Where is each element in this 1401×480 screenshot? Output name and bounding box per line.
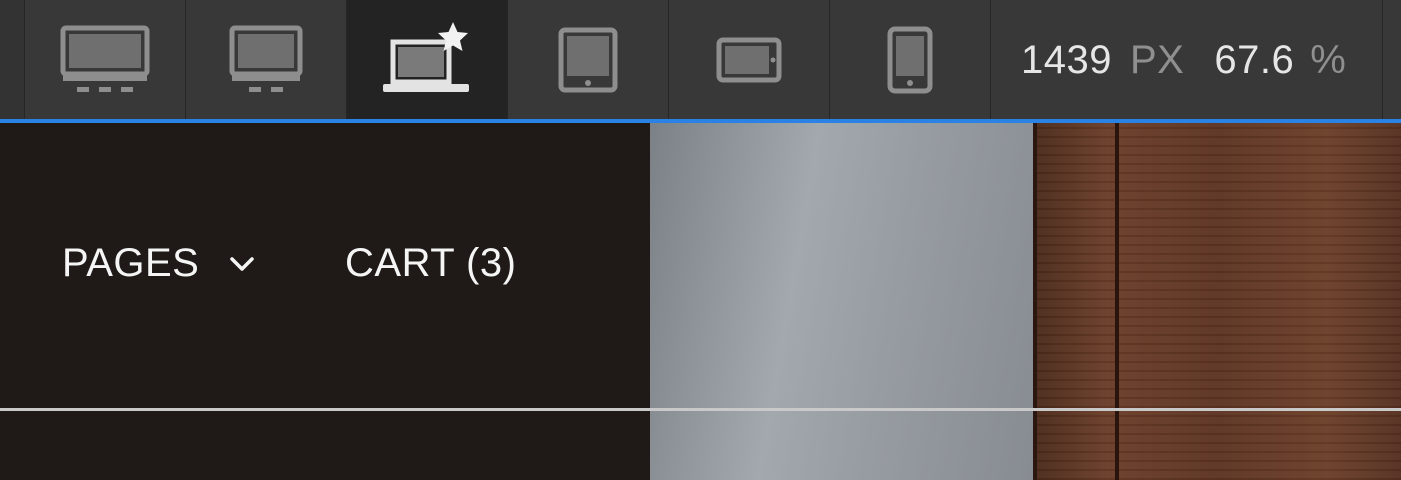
wood-panel-seam [1033, 123, 1037, 480]
laptop-star-icon [383, 22, 469, 92]
monitor-icon [229, 25, 303, 92]
chevron-down-icon [230, 256, 255, 271]
device-tablet-landscape-button[interactable] [669, 0, 830, 120]
phone-icon [887, 26, 933, 94]
tablet-portrait-icon [558, 27, 618, 93]
site-preview: PAGES CART (3) [0, 123, 1401, 480]
nav-cart-label: CART (3) [345, 241, 517, 285]
viewport-width-unit: PX [1129, 37, 1185, 82]
hero-image-wood-section [1033, 123, 1401, 480]
hero-image-grey-section [650, 123, 1033, 480]
device-toolbar: 1439 PX 67.6 % [0, 0, 1401, 120]
site-nav-panel [0, 123, 650, 480]
nav-pages-label: PAGES [62, 241, 200, 285]
zoom-unit: % [1310, 37, 1347, 82]
device-tablet-portrait-button[interactable] [508, 0, 669, 120]
toolbar-trailing-spacer [1383, 0, 1401, 120]
toolbar-leading-spacer [0, 0, 25, 120]
monitor-large-icon [60, 25, 150, 92]
viewport-readout: 1439 PX 67.6 % [991, 0, 1383, 120]
zoom-value: 67.6 [1214, 37, 1295, 82]
nav-cart-link[interactable]: CART (3) [345, 241, 516, 286]
device-desktop-button[interactable] [186, 0, 347, 120]
device-desktop-large-button[interactable] [25, 0, 186, 120]
device-phone-button[interactable] [830, 0, 991, 120]
header-divider [0, 408, 1401, 411]
nav-pages-dropdown[interactable]: PAGES [62, 241, 255, 286]
device-laptop-button[interactable] [347, 0, 508, 120]
viewport-width-value: 1439 [1021, 37, 1112, 82]
wood-panel-seam [1115, 123, 1119, 480]
tablet-landscape-icon [716, 37, 782, 83]
